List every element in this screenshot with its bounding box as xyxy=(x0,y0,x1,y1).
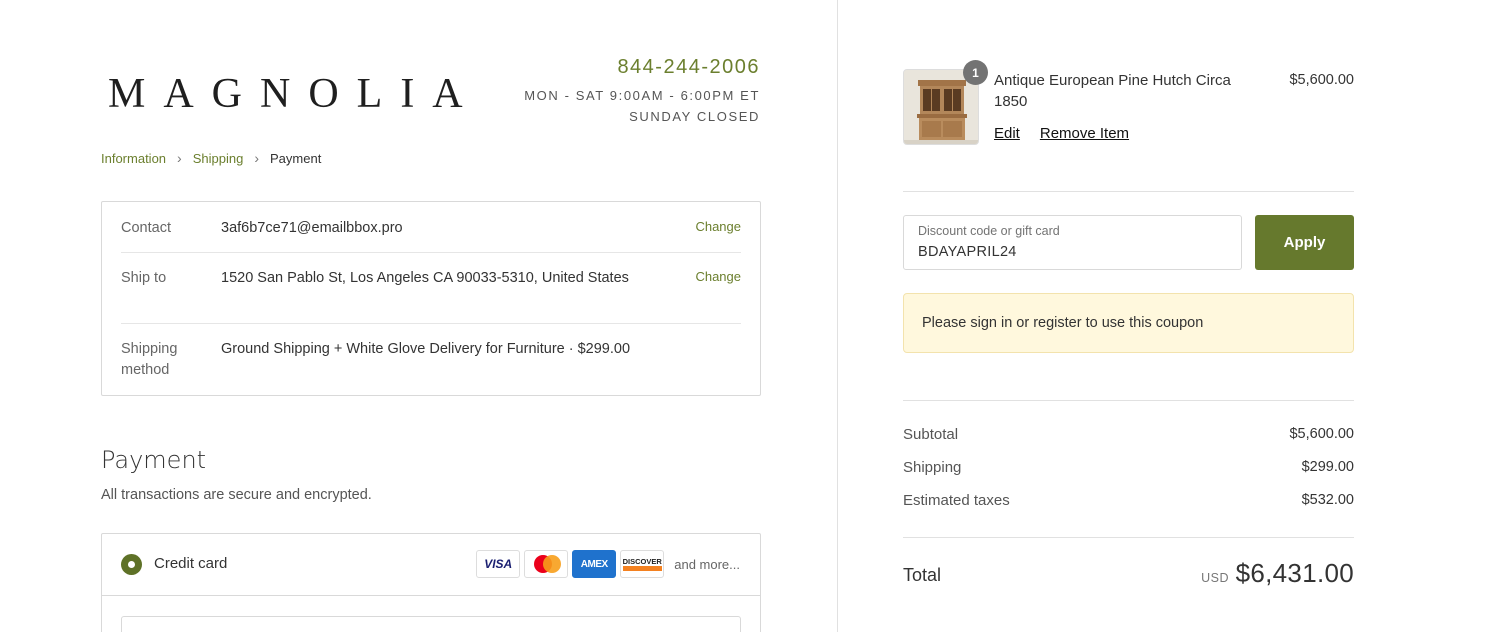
shipping-label: Shipping xyxy=(903,459,962,476)
order-summary: 1 Antique European Pine Hutch Circa 1850… xyxy=(838,0,1500,632)
taxes-label: Estimated taxes xyxy=(903,492,1010,509)
subtotal-value: $5,600.00 xyxy=(1289,426,1354,442)
summary-divider xyxy=(903,537,1354,538)
apply-discount-button[interactable]: Apply xyxy=(1255,215,1354,270)
visa-icon: VISA xyxy=(476,550,521,578)
shipping-row: Shipping $299.00 xyxy=(903,459,1354,476)
taxes-row: Estimated taxes $532.00 xyxy=(903,492,1354,509)
store-hours-weekday: MON - SAT 9:00AM - 6:00PM ET xyxy=(524,88,760,103)
store-hours: MON - SAT 9:00AM - 6:00PM ET SUNDAY CLOS… xyxy=(524,85,760,127)
total-currency: USD xyxy=(1201,571,1229,585)
discount-code-input[interactable]: Discount code or gift card BDAYAPRIL24 xyxy=(903,215,1242,270)
payment-title: Payment xyxy=(101,446,207,474)
summary-divider xyxy=(903,191,1354,192)
subtotal-label: Subtotal xyxy=(903,426,959,443)
mastercard-icon-circles xyxy=(531,555,562,573)
mastercard-icon xyxy=(524,550,569,578)
payment-box: Credit card VISA AMEX DISCOVER and more.… xyxy=(101,533,761,632)
edit-item-link[interactable]: Edit xyxy=(994,125,1020,142)
review-shipping-method-value: Ground Shipping + White Glove Delivery f… xyxy=(221,341,631,357)
taxes-value: $532.00 xyxy=(1301,492,1354,508)
store-hours-sunday: SUNDAY CLOSED xyxy=(629,109,760,124)
summary-divider xyxy=(903,400,1354,401)
breadcrumb-payment: Payment xyxy=(270,150,322,166)
shipping-value: $299.00 xyxy=(1301,459,1354,475)
total-label: Total xyxy=(903,565,942,585)
change-contact-link[interactable]: Change xyxy=(695,219,741,234)
coupon-notice: Please sign in or register to use this c… xyxy=(903,293,1354,353)
total-row: Total USD $6,431.00 xyxy=(903,558,1354,594)
review-ship-to-value: 1520 San Pablo St, Los Angeles CA 90033-… xyxy=(221,270,629,286)
product-price: $5,600.00 xyxy=(1289,72,1354,88)
credit-card-option[interactable]: Credit card VISA AMEX DISCOVER and more.… xyxy=(102,534,760,596)
visa-icon-text: VISA xyxy=(484,557,513,571)
breadcrumb-information[interactable]: Information xyxy=(101,151,166,166)
card-number-field[interactable] xyxy=(121,616,741,632)
review-divider xyxy=(121,323,741,324)
breadcrumb-shipping[interactable]: Shipping xyxy=(193,151,244,166)
total-value: $6,431.00 xyxy=(1235,558,1354,588)
review-contact-value: 3af6b7ce71@emailbbox.pro xyxy=(221,220,403,236)
quantity-badge: 1 xyxy=(963,60,988,85)
product-name: Antique European Pine Hutch Circa 1850 xyxy=(994,72,1231,110)
subtotal-row: Subtotal $5,600.00 xyxy=(903,426,1354,443)
remove-item-link[interactable]: Remove Item xyxy=(1040,125,1129,142)
card-brand-icons: VISA AMEX DISCOVER and more... xyxy=(476,550,740,578)
product-actions: Edit Remove Item xyxy=(994,125,1149,142)
amex-icon-text: AMEX xyxy=(580,558,608,570)
change-ship-to-link[interactable]: Change xyxy=(695,269,741,284)
more-cards-text: and more... xyxy=(674,556,740,572)
discover-icon-text: DISCOVER xyxy=(622,557,662,571)
credit-card-label: Credit card xyxy=(154,555,228,572)
chevron-right-icon: › xyxy=(254,150,259,166)
store-phone[interactable]: 844-244-2006 xyxy=(524,56,760,79)
store-logo[interactable]: MAGNOLIA xyxy=(108,70,481,118)
review-contact-label: Contact xyxy=(121,220,171,236)
discount-code-label: Discount code or gift card xyxy=(918,224,1060,238)
review-shipping-method-label: Shipping method xyxy=(121,341,178,378)
review-divider xyxy=(121,252,741,253)
credit-card-radio[interactable] xyxy=(121,554,142,575)
amex-icon: AMEX xyxy=(572,550,617,578)
payment-subtitle: All transactions are secure and encrypte… xyxy=(101,487,372,503)
chevron-right-icon: › xyxy=(177,150,182,166)
store-contact-info: 844-244-2006 MON - SAT 9:00AM - 6:00PM E… xyxy=(524,56,760,127)
review-ship-to-label: Ship to xyxy=(121,270,167,286)
discover-icon: DISCOVER xyxy=(620,550,665,578)
discount-code-value[interactable]: BDAYAPRIL24 xyxy=(918,244,1017,260)
checkout-main: MAGNOLIA 844-244-2006 MON - SAT 9:00AM -… xyxy=(0,0,838,632)
review-box: Contact 3af6b7ce71@emailbbox.pro Change … xyxy=(101,201,761,396)
breadcrumb: Information › Shipping › Payment xyxy=(101,150,321,166)
